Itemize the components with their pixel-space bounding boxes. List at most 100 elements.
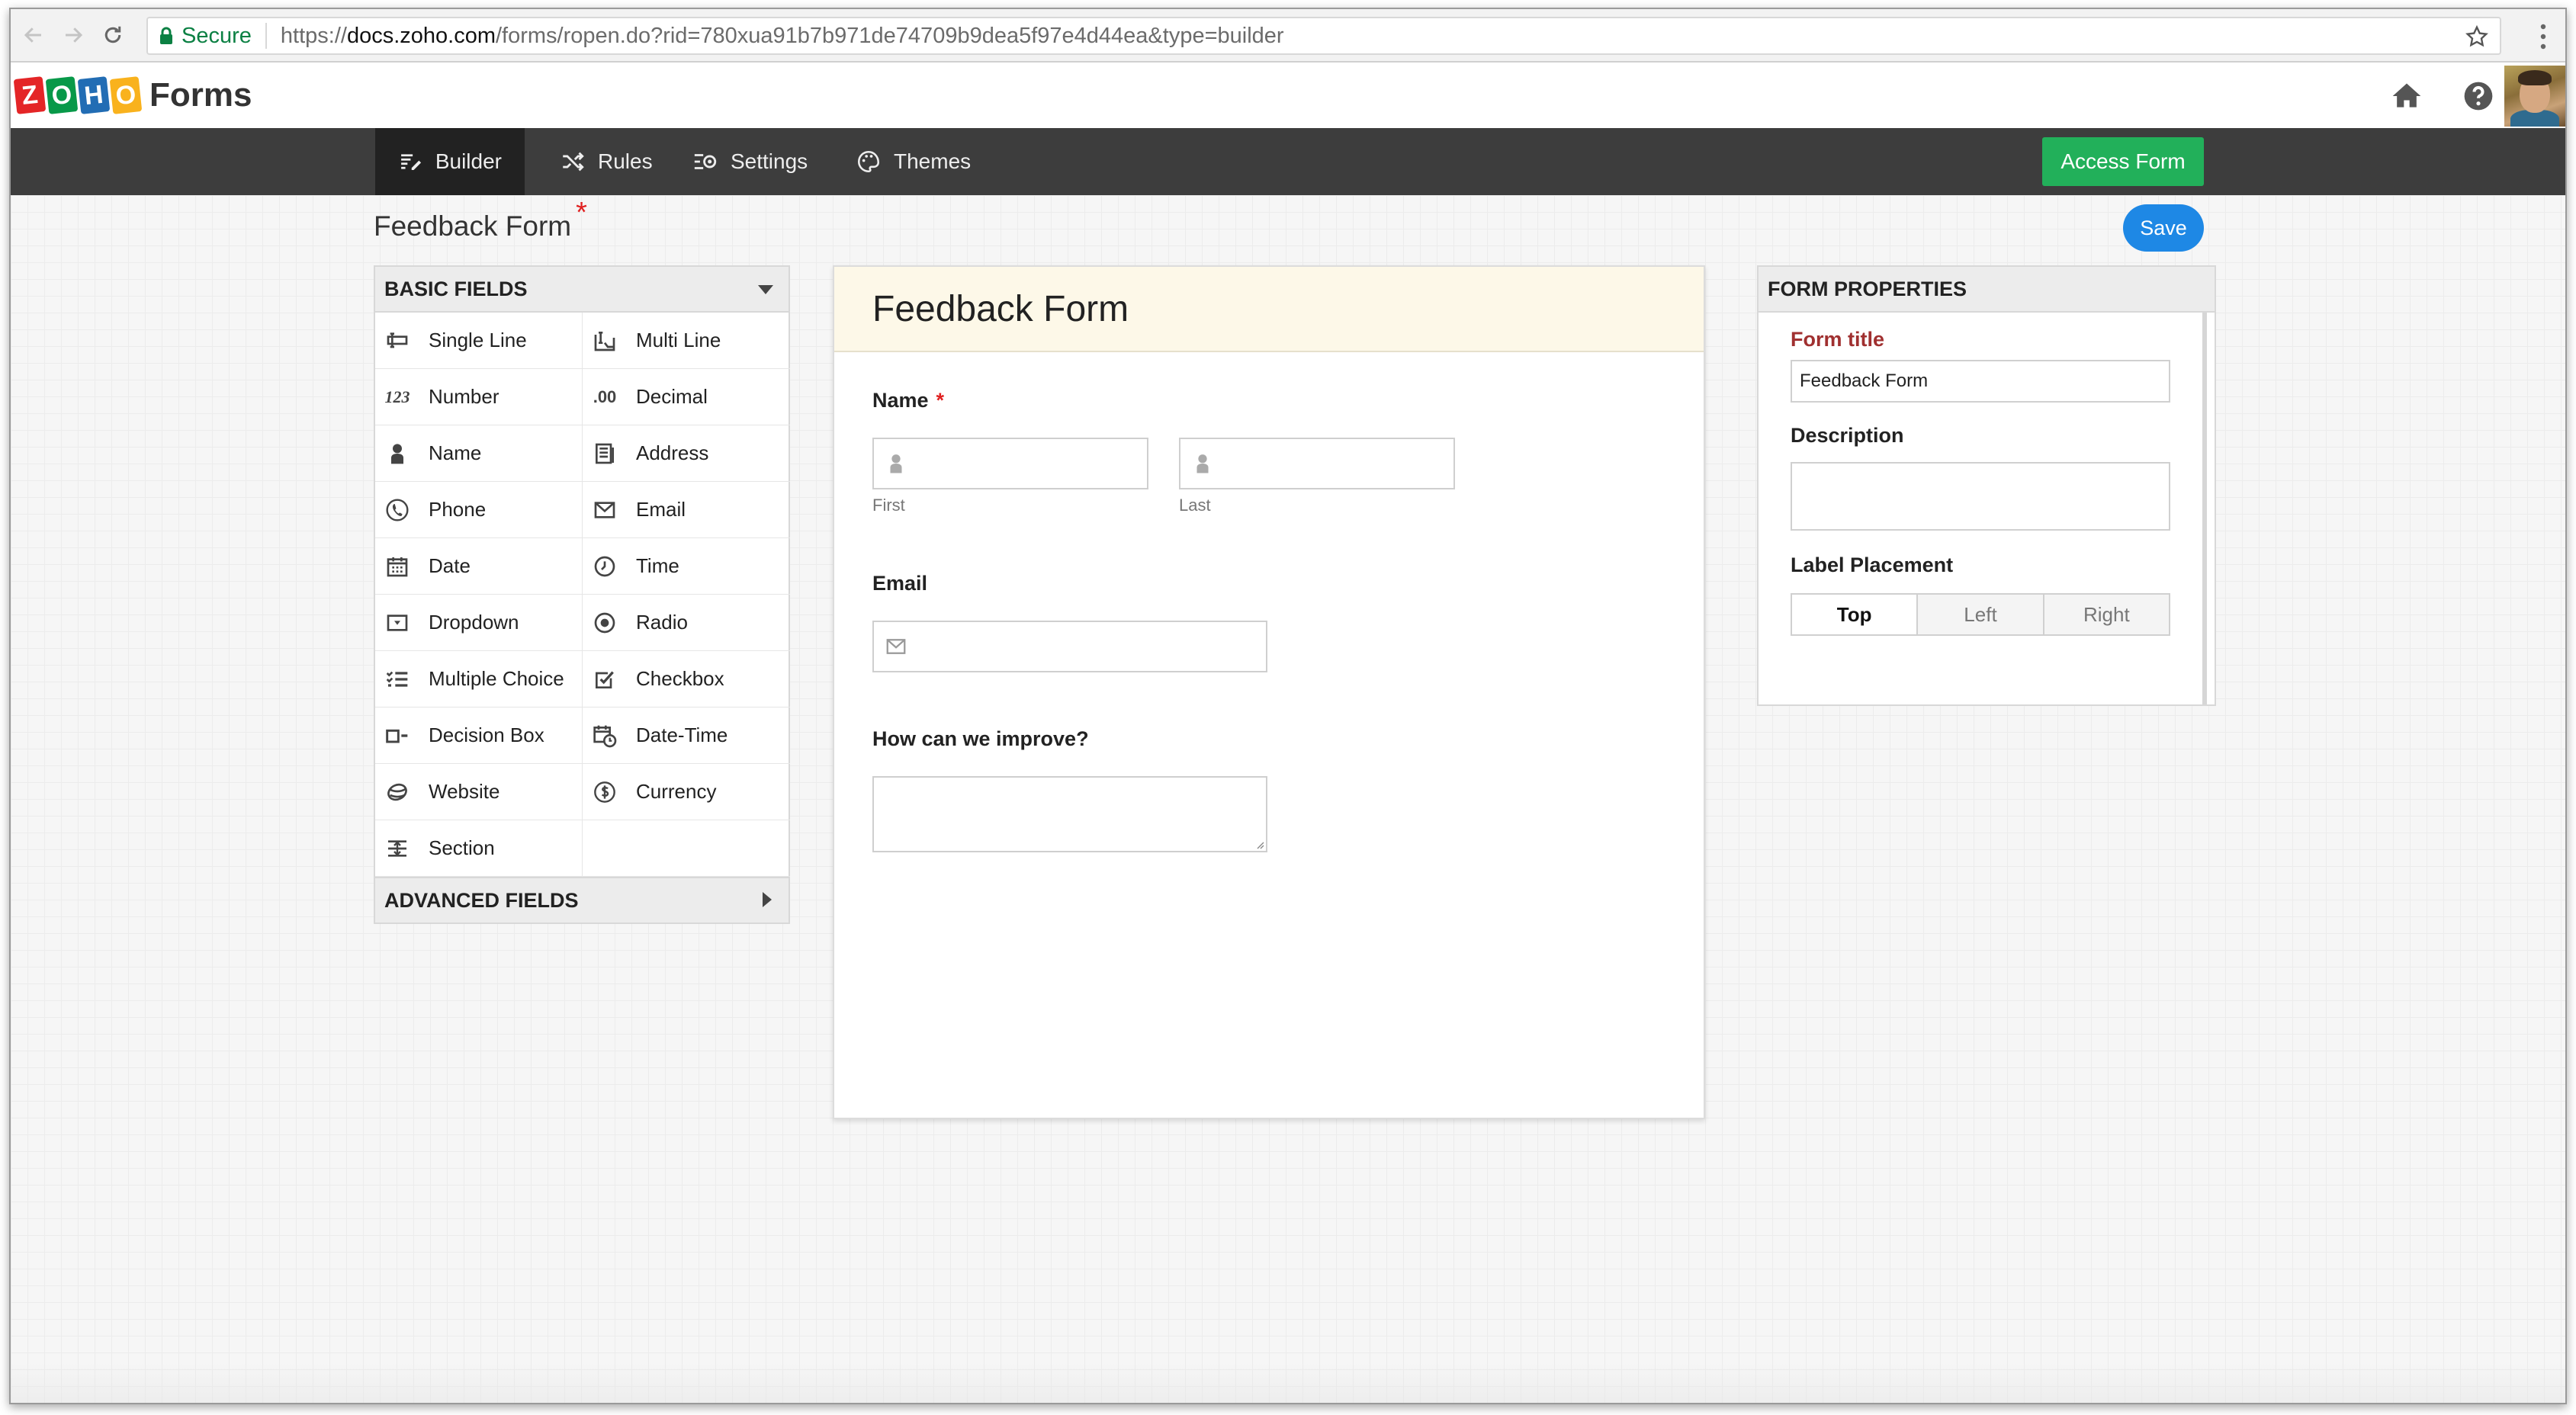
shuffle-icon: [563, 152, 584, 172]
clock-icon: [592, 553, 618, 579]
globe-icon: [384, 779, 410, 805]
form-preview-title[interactable]: Feedback Form: [834, 267, 1704, 352]
app-header: Z O H O Forms: [11, 63, 2565, 128]
zoho-forms-logo[interactable]: Z O H O Forms: [13, 76, 252, 114]
form-title-input[interactable]: Feedback Form: [1791, 360, 2170, 403]
properties-scrollbar[interactable]: [2202, 313, 2207, 704]
field-time[interactable]: Time: [583, 538, 790, 595]
label-placement-toggle: Top Left Right: [1791, 593, 2170, 636]
field-label: Time: [636, 554, 679, 577]
email-field-label[interactable]: Email: [872, 572, 927, 595]
form-preview: Feedback Form Name * First Last Email How…: [833, 265, 1705, 1119]
improve-textarea[interactable]: [872, 776, 1267, 852]
logo-letter-h: H: [77, 76, 111, 114]
advanced-fields-title: ADVANCED FIELDS: [384, 888, 579, 912]
field-address[interactable]: Address: [583, 425, 790, 482]
first-name-input[interactable]: [872, 438, 1148, 489]
form-title-label: Form title: [1791, 328, 1885, 351]
resize-grip-icon[interactable]: [1254, 839, 1264, 849]
advanced-fields-header[interactable]: ADVANCED FIELDS: [375, 877, 789, 922]
placement-top-option[interactable]: Top: [1792, 595, 1919, 634]
name-field-label[interactable]: Name *: [872, 389, 944, 412]
person-icon: [1196, 454, 1209, 473]
field-website[interactable]: Website: [375, 764, 583, 820]
secure-label: Secure: [181, 23, 252, 48]
tab-rules-label: Rules: [598, 149, 653, 173]
forward-arrow-icon: [66, 27, 83, 43]
access-form-button[interactable]: Access Form: [2042, 137, 2204, 186]
back-button[interactable]: [17, 18, 50, 52]
field-decimal[interactable]: .00 Decimal: [583, 369, 790, 425]
field-email[interactable]: Email: [583, 482, 790, 538]
currency-icon: [592, 779, 618, 805]
number-icon: 123: [384, 387, 410, 406]
basic-fields-header[interactable]: BASIC FIELDS: [375, 267, 789, 313]
field-radio[interactable]: Radio: [583, 595, 790, 651]
help-icon[interactable]: [2462, 79, 2495, 113]
address-bar[interactable]: Secure https://docs.zoho.com/forms/ropen…: [146, 17, 2501, 55]
logo-letter-o: O: [45, 76, 79, 114]
field-label: Single Line: [429, 329, 527, 351]
unsaved-mark: *: [576, 197, 587, 229]
field-multi-line[interactable]: Multi Line: [583, 313, 790, 369]
field-date-time[interactable]: Date-Time: [583, 708, 790, 764]
field-label: Number: [429, 385, 499, 408]
product-name: Forms: [149, 76, 252, 114]
url-host: docs.zoho.com: [346, 23, 496, 48]
basic-fields-grid: Single Line Multi Line 123 Number .00 Deci…: [375, 313, 790, 877]
forward-button[interactable]: [56, 18, 90, 52]
collapse-caret-icon: [758, 285, 773, 294]
form-name-heading[interactable]: Feedback Form *: [374, 197, 587, 243]
envelope-icon: [886, 639, 906, 654]
field-single-line[interactable]: Single Line: [375, 313, 583, 369]
url-path: /forms/ropen.do?rid=780xua91b7b971de7470…: [495, 23, 1284, 48]
tab-rules[interactable]: Rules: [537, 128, 676, 195]
field-label: Checkbox: [636, 667, 724, 690]
browser-menu-icon[interactable]: [2539, 23, 2547, 50]
empty-cell: [583, 820, 790, 877]
field-label: Radio: [636, 611, 688, 634]
field-dropdown[interactable]: Dropdown: [375, 595, 583, 651]
decision-box-icon: [384, 723, 410, 749]
field-label: Dropdown: [429, 611, 519, 634]
email-input[interactable]: [872, 621, 1267, 672]
date-time-icon: [592, 723, 618, 749]
field-date[interactable]: Date: [375, 538, 583, 595]
fields-panel: BASIC FIELDS Single Line Multi Line 123 N…: [374, 265, 790, 924]
field-phone[interactable]: Phone: [375, 482, 583, 538]
field-decision-box[interactable]: Decision Box: [375, 708, 583, 764]
section-icon: [384, 836, 410, 862]
field-label: Multiple Choice: [429, 667, 564, 690]
field-label: Multi Line: [636, 329, 721, 351]
placement-right-option[interactable]: Right: [2044, 595, 2169, 634]
tab-themes[interactable]: Themes: [833, 128, 994, 195]
last-name-input[interactable]: [1179, 438, 1455, 489]
bookmark-star-icon[interactable]: [2465, 24, 2489, 49]
field-currency[interactable]: Currency: [583, 764, 790, 820]
field-label: Date-Time: [636, 724, 728, 746]
description-input[interactable]: [1791, 462, 2170, 531]
field-label: Website: [429, 780, 500, 803]
checkbox-icon: [592, 666, 618, 692]
reload-button[interactable]: [96, 18, 130, 52]
improve-field-label[interactable]: How can we improve?: [872, 727, 1089, 751]
tab-builder[interactable]: Builder: [375, 128, 525, 195]
user-avatar[interactable]: [2504, 66, 2565, 127]
field-section[interactable]: Section: [375, 820, 583, 877]
secure-indicator[interactable]: Secure: [159, 23, 267, 49]
field-number[interactable]: 123 Number: [375, 369, 583, 425]
tab-settings[interactable]: Settings: [670, 128, 830, 195]
field-checkbox[interactable]: Checkbox: [583, 651, 790, 708]
url-scheme: https://: [280, 23, 347, 48]
back-arrow-icon: [24, 27, 41, 43]
home-icon[interactable]: [2390, 79, 2423, 113]
label-placement-label: Label Placement: [1791, 553, 1954, 576]
field-name[interactable]: Name: [375, 425, 583, 482]
field-multiple-choice[interactable]: Multiple Choice: [375, 651, 583, 708]
dropdown-icon: [384, 610, 410, 636]
avatar-hair: [2518, 70, 2552, 85]
save-button[interactable]: Save: [2123, 204, 2204, 252]
placement-left-option[interactable]: Left: [1918, 595, 2044, 634]
phone-icon: [384, 497, 410, 523]
last-sublabel: Last: [1179, 496, 1211, 515]
